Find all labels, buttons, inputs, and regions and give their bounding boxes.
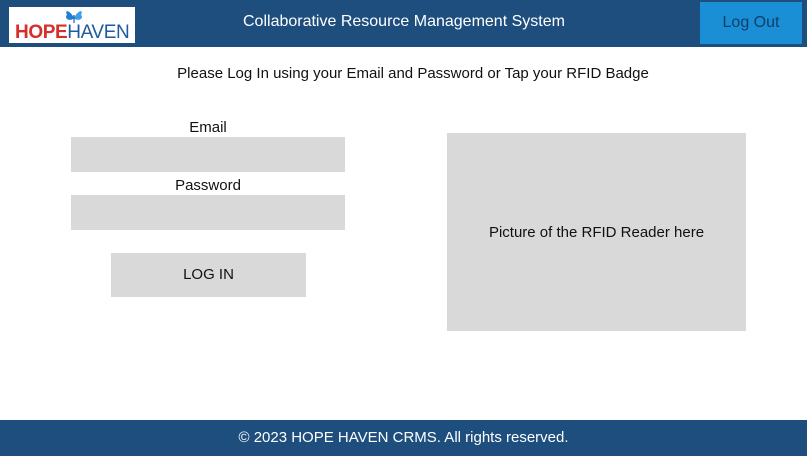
login-button[interactable]: LOG IN (111, 253, 306, 297)
copyright-text: © 2023 HOPE HAVEN CRMS. All rights reser… (238, 429, 569, 446)
rfid-reader-placeholder: Picture of the RFID Reader here (447, 133, 746, 331)
logout-button[interactable]: Log Out (700, 2, 802, 44)
email-label: Email (189, 119, 227, 136)
hope-haven-logo[interactable]: HOPEHAVEN (9, 7, 135, 43)
password-field[interactable] (71, 195, 345, 230)
rfid-placeholder-text: Picture of the RFID Reader here (488, 223, 705, 241)
logo-text-hope: HOPE (15, 22, 68, 43)
app-title: Collaborative Resource Management System (243, 13, 565, 30)
password-label: Password (175, 177, 241, 194)
logo-text-haven: HAVEN (67, 22, 130, 43)
header-bar: HOPEHAVEN Collaborative Resource Managem… (0, 0, 807, 47)
login-instructions: Please Log In using your Email and Passw… (177, 65, 649, 82)
email-field[interactable] (71, 137, 345, 172)
footer-bar: © 2023 HOPE HAVEN CRMS. All rights reser… (0, 420, 807, 456)
logo-wordmark: HOPEHAVEN (15, 22, 130, 43)
